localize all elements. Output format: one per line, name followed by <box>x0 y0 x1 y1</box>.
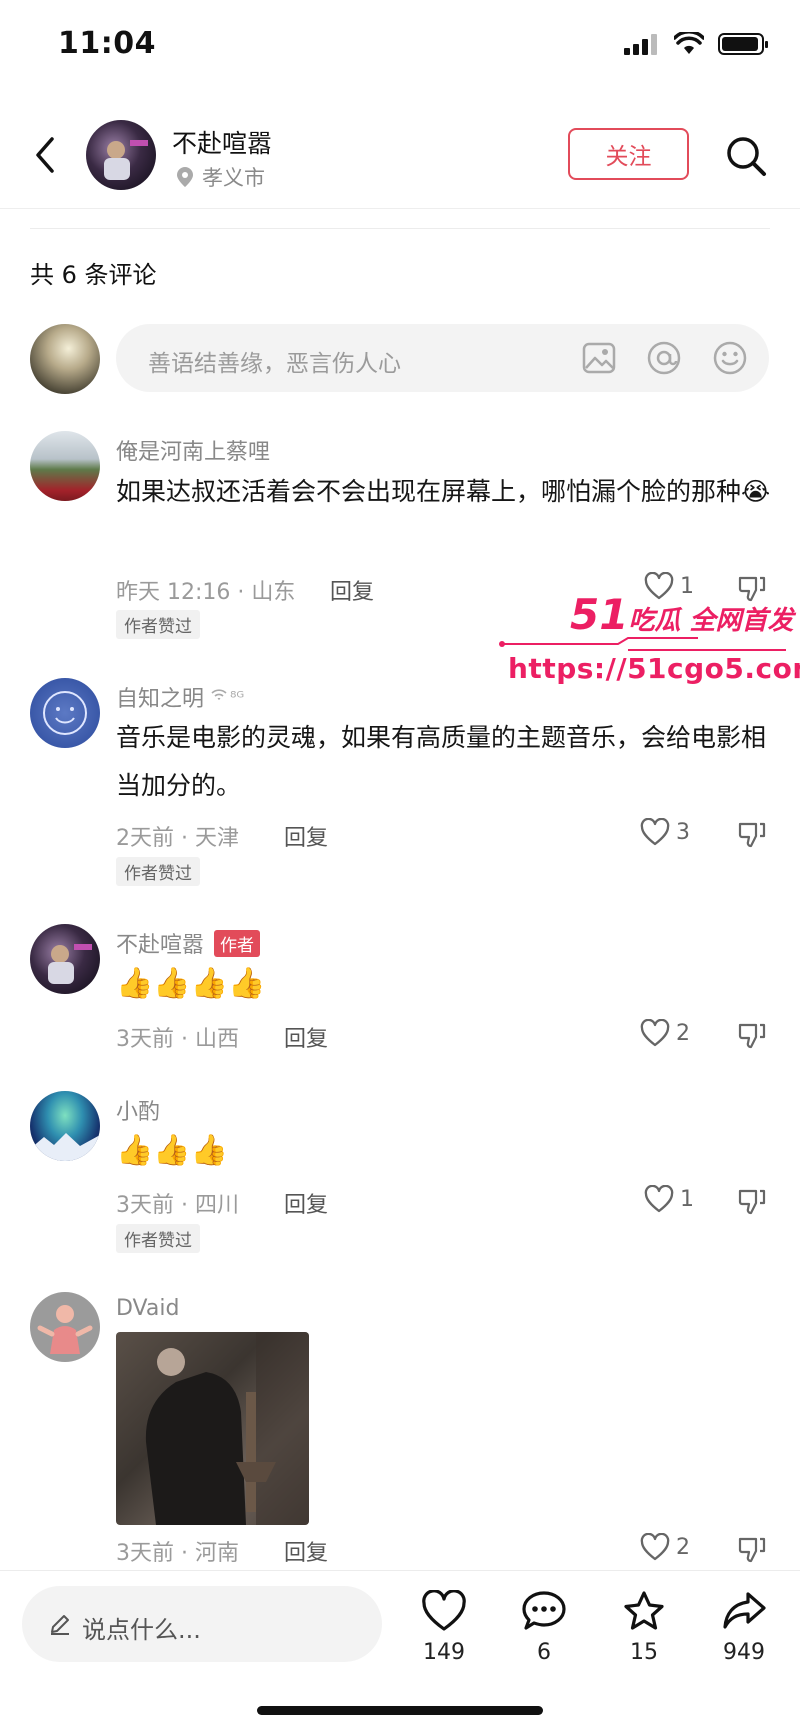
dislike-icon[interactable] <box>738 1187 766 1215</box>
comment-input-placeholder: 善语结善缘，恶言伤人心 <box>148 351 401 377</box>
comment-text: 如果达叔还活着会不会出现在屏幕上，哪怕漏个脸的那种😭 <box>116 477 771 506</box>
image-icon[interactable] <box>582 341 616 375</box>
back-arrow-icon[interactable] <box>30 135 60 175</box>
heart-icon <box>422 1589 466 1631</box>
watermark-url: https://51cgo5.com <box>508 652 800 685</box>
author-liked-badge: 作者赞过 <box>116 610 200 639</box>
watermark-line-decoration <box>499 637 786 651</box>
say-something-input[interactable]: 说点什么... <box>22 1586 382 1662</box>
author-location: 孝义市 <box>176 162 265 192</box>
reply-button[interactable]: 回复 <box>284 1535 328 1567</box>
comment-text: 音乐是电影的灵魂，如果有高质量的主题音乐，会给电影相当加分的。 <box>116 723 767 800</box>
watermark-num: 51 <box>570 590 629 639</box>
author-liked-badge: 作者赞过 <box>116 857 200 886</box>
dislike-icon[interactable] <box>738 820 766 848</box>
favorite-count: 15 <box>630 1640 658 1665</box>
like-button[interactable]: 1 <box>644 572 694 600</box>
reply-button[interactable]: 回复 <box>284 1187 328 1219</box>
like-button[interactable]: 3 <box>640 818 690 846</box>
battery-icon <box>718 33 768 55</box>
comment-meta: 3天前 · 山西 <box>116 1027 239 1052</box>
reply-button[interactable]: 回复 <box>284 1021 328 1053</box>
comment-count: 共 6 条评论 <box>30 261 157 289</box>
like-action[interactable]: 149 <box>404 1589 484 1665</box>
comment-meta: 昨天 12:16 · 山东 <box>116 580 296 605</box>
comment-username[interactable]: 俺是河南上蔡哩 <box>116 434 270 466</box>
my-avatar <box>30 324 100 394</box>
watermark-text: 吃瓜 全网首发 <box>628 606 794 636</box>
reply-button[interactable]: 回复 <box>330 574 374 606</box>
favorite-action[interactable]: 15 <box>604 1590 684 1665</box>
star-icon <box>624 1591 664 1630</box>
like-count: 1 <box>680 1186 694 1212</box>
comment-action[interactable]: 6 <box>504 1590 584 1665</box>
comment-username-row: 自知之明 ⁸ᴳ <box>116 681 244 713</box>
dislike-icon[interactable] <box>738 1021 766 1049</box>
share-action[interactable]: 949 <box>704 1590 784 1665</box>
comment-avatar[interactable] <box>30 1292 100 1362</box>
share-icon <box>723 1592 766 1629</box>
pencil-icon <box>51 1615 69 1635</box>
comment-username[interactable]: DVaid <box>116 1296 179 1321</box>
author-tag: 作者 <box>214 929 261 957</box>
dislike-icon[interactable] <box>738 1535 766 1563</box>
like-count: 3 <box>676 819 690 845</box>
comment-icon <box>522 1591 566 1630</box>
wifi-icon <box>674 32 704 54</box>
home-indicator[interactable] <box>257 1706 543 1715</box>
like-count: 2 <box>676 1020 690 1046</box>
like-count-total: 149 <box>423 1640 465 1665</box>
like-count: 1 <box>680 573 694 599</box>
comment-username-row: 不赴喧嚣 作者 <box>116 927 261 959</box>
at-icon[interactable] <box>647 341 681 375</box>
wifi-small-icon <box>211 688 227 700</box>
comment-avatar[interactable] <box>30 678 100 748</box>
say-something-placeholder: 说点什么... <box>82 1616 201 1644</box>
comment-avatar[interactable] <box>30 1091 100 1161</box>
search-icon[interactable] <box>724 134 768 178</box>
comment-meta: 2天前 · 天津 <box>116 826 239 851</box>
location-text: 孝义市 <box>202 166 265 190</box>
location-pin-icon <box>177 167 193 187</box>
comment-image[interactable] <box>116 1332 309 1525</box>
comment-text: 👍👍👍 <box>116 1133 229 1168</box>
comment-text: 👍👍👍👍 <box>116 966 266 1001</box>
comment-avatar[interactable] <box>30 431 100 501</box>
author-avatar[interactable] <box>86 120 156 190</box>
comment-meta: 3天前 · 四川 <box>116 1193 239 1218</box>
author-name[interactable]: 不赴喧嚣 <box>172 124 272 160</box>
heart-icon <box>644 572 674 600</box>
status-time: 11:04 <box>58 26 156 61</box>
comment-username[interactable]: 小酌 <box>116 1094 160 1126</box>
dislike-icon[interactable] <box>738 574 766 602</box>
comment-username[interactable]: 不赴喧嚣 <box>116 927 204 959</box>
heart-icon <box>644 1185 674 1213</box>
heart-icon <box>640 818 670 846</box>
signal-icon <box>624 34 657 55</box>
author-liked-badge: 作者赞过 <box>116 1224 200 1253</box>
heart-icon <box>640 1533 670 1561</box>
comment-avatar[interactable] <box>30 924 100 994</box>
network-label: ⁸ᴳ <box>230 687 245 707</box>
comment-count-total: 6 <box>537 1640 551 1665</box>
comment-input[interactable]: 善语结善缘，恶言伤人心 <box>116 324 769 392</box>
emoji-icon[interactable] <box>713 341 747 375</box>
share-count: 949 <box>723 1640 765 1665</box>
like-button[interactable]: 2 <box>640 1533 690 1561</box>
network-badge: ⁸ᴳ <box>210 688 244 707</box>
heart-icon <box>640 1019 670 1047</box>
follow-button[interactable]: 关注 <box>568 128 689 180</box>
like-button[interactable]: 1 <box>644 1185 694 1213</box>
comment-meta: 3天前 · 河南 <box>116 1541 239 1566</box>
like-count: 2 <box>676 1534 690 1560</box>
divider <box>30 228 770 229</box>
like-button[interactable]: 2 <box>640 1019 690 1047</box>
status-icons <box>624 32 770 56</box>
reply-button[interactable]: 回复 <box>284 820 328 852</box>
comment-username[interactable]: 自知之明 <box>116 681 204 713</box>
